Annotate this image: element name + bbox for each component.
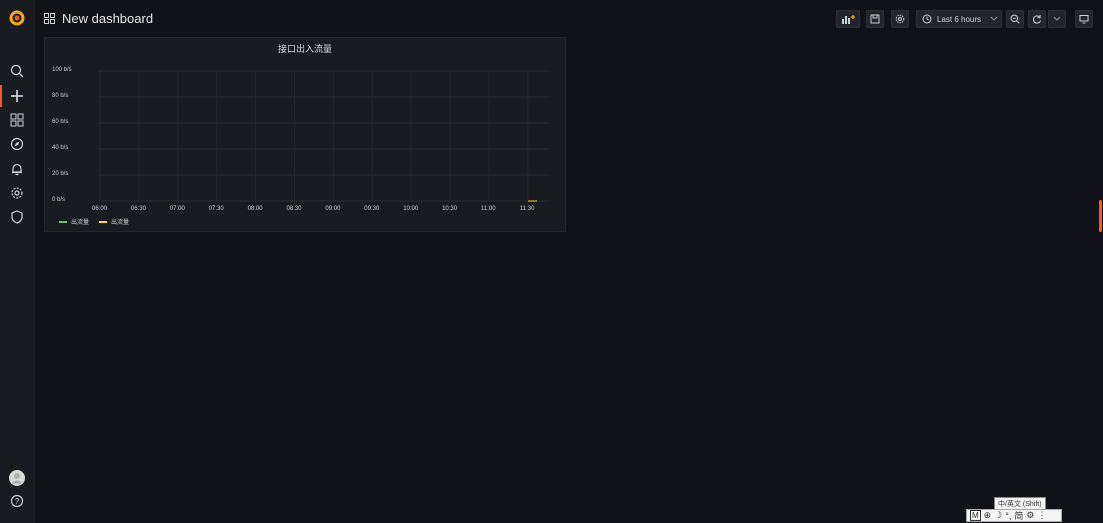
search-icon[interactable]: [8, 62, 26, 80]
monitor-icon: [1079, 15, 1089, 24]
legend-swatch: [59, 220, 67, 223]
add-panel-icon: [842, 15, 855, 24]
x-tick-label: 10:30: [442, 206, 458, 212]
chevron-down-icon: [990, 16, 998, 21]
y-tick-label: 40 b/s: [52, 145, 69, 151]
active-indicator: [0, 85, 2, 107]
plus-icon[interactable]: [8, 87, 26, 105]
ime-simplified-icon[interactable]: 简: [1014, 509, 1023, 522]
x-tick-label: 11:00: [481, 206, 496, 212]
y-tick-label: 60 b/s: [52, 119, 69, 125]
y-tick-label: 0 b/s: [52, 197, 66, 203]
zoom-out-icon: [1010, 14, 1020, 24]
dashboard-breadcrumb[interactable]: New dashboard: [44, 10, 153, 26]
y-tick-label: 20 b/s: [52, 171, 69, 177]
time-range-picker[interactable]: Last 6 hours: [916, 10, 1002, 28]
avatar[interactable]: [8, 469, 26, 487]
scrollbar-thumb[interactable]: [1099, 200, 1102, 232]
dashboards-icon[interactable]: [8, 111, 26, 129]
chart-legend: 出流量 出流量: [59, 217, 129, 226]
dashboard-title: New dashboard: [62, 10, 154, 26]
x-tick-label: 10:00: [403, 206, 419, 212]
legend-label: 出流量: [111, 220, 130, 226]
ime-more-icon[interactable]: ⋮: [1038, 510, 1047, 521]
x-tick-label: 06:30: [130, 206, 146, 212]
x-tick-label: 06:00: [92, 206, 108, 212]
dashboard-settings-button[interactable]: [891, 10, 909, 28]
y-tick-label: 100 b/s: [52, 67, 72, 73]
save-dashboard-button[interactable]: [866, 10, 884, 28]
legend-item-2[interactable]: 出流量: [99, 217, 129, 226]
shield-icon[interactable]: [8, 208, 26, 226]
grafana-logo-icon[interactable]: [8, 9, 26, 27]
ime-settings-icon[interactable]: ⚙: [1026, 510, 1034, 521]
legend-item-1[interactable]: 出流量: [59, 217, 89, 226]
chevron-down-icon: [1053, 16, 1061, 21]
zoom-out-button[interactable]: [1006, 10, 1024, 28]
x-tick-label: 08:30: [286, 206, 302, 212]
ime-mode-icon[interactable]: M: [970, 510, 981, 521]
explore-icon[interactable]: [8, 135, 26, 153]
alerting-bell-icon[interactable]: [8, 160, 26, 178]
ime-punct-icon[interactable]: °,: [1005, 511, 1011, 521]
gear-icon[interactable]: [8, 184, 26, 202]
time-range-label: Last 6 hours: [937, 14, 982, 24]
x-tick-label: 08:00: [247, 206, 263, 212]
y-tick-label: 80 b/s: [52, 93, 69, 99]
ime-moon-icon[interactable]: ☽: [994, 510, 1002, 521]
ime-globe-icon[interactable]: ⊕: [984, 510, 992, 521]
add-panel-button[interactable]: [836, 10, 860, 28]
legend-label: 出流量: [71, 220, 90, 226]
x-tick-label: 11:30: [519, 206, 535, 212]
dashboard-grid-icon: [44, 12, 55, 24]
refresh-icon: [1032, 15, 1041, 24]
ime-toolbar: M ⊕ ☽ °, 简 ⚙ ⋮: [966, 509, 1062, 522]
save-icon: [870, 14, 880, 24]
refresh-interval-dropdown[interactable]: [1048, 10, 1066, 28]
sidebar: ?: [0, 0, 35, 523]
help-icon[interactable]: ?: [8, 492, 26, 510]
x-tick-label: 07:00: [169, 206, 185, 212]
x-tick-label: 09:30: [364, 206, 380, 212]
refresh-button[interactable]: [1028, 10, 1046, 28]
chart-area: [98, 70, 548, 202]
top-navbar: New dashboard Last 6 hours: [35, 0, 1103, 36]
graph-panel[interactable]: 接口出入流量 100 b/s 80 b/s 60 b/s 40 b/s 20 b/s 0 …: [44, 37, 566, 232]
x-tick-label: 07:30: [208, 206, 224, 212]
legend-swatch: [99, 220, 108, 223]
tv-mode-button[interactable]: [1075, 10, 1093, 28]
gear-icon: [895, 14, 905, 24]
clock-icon: [922, 14, 932, 24]
svg-text:?: ?: [15, 497, 20, 506]
x-tick-label: 09:00: [325, 206, 341, 212]
